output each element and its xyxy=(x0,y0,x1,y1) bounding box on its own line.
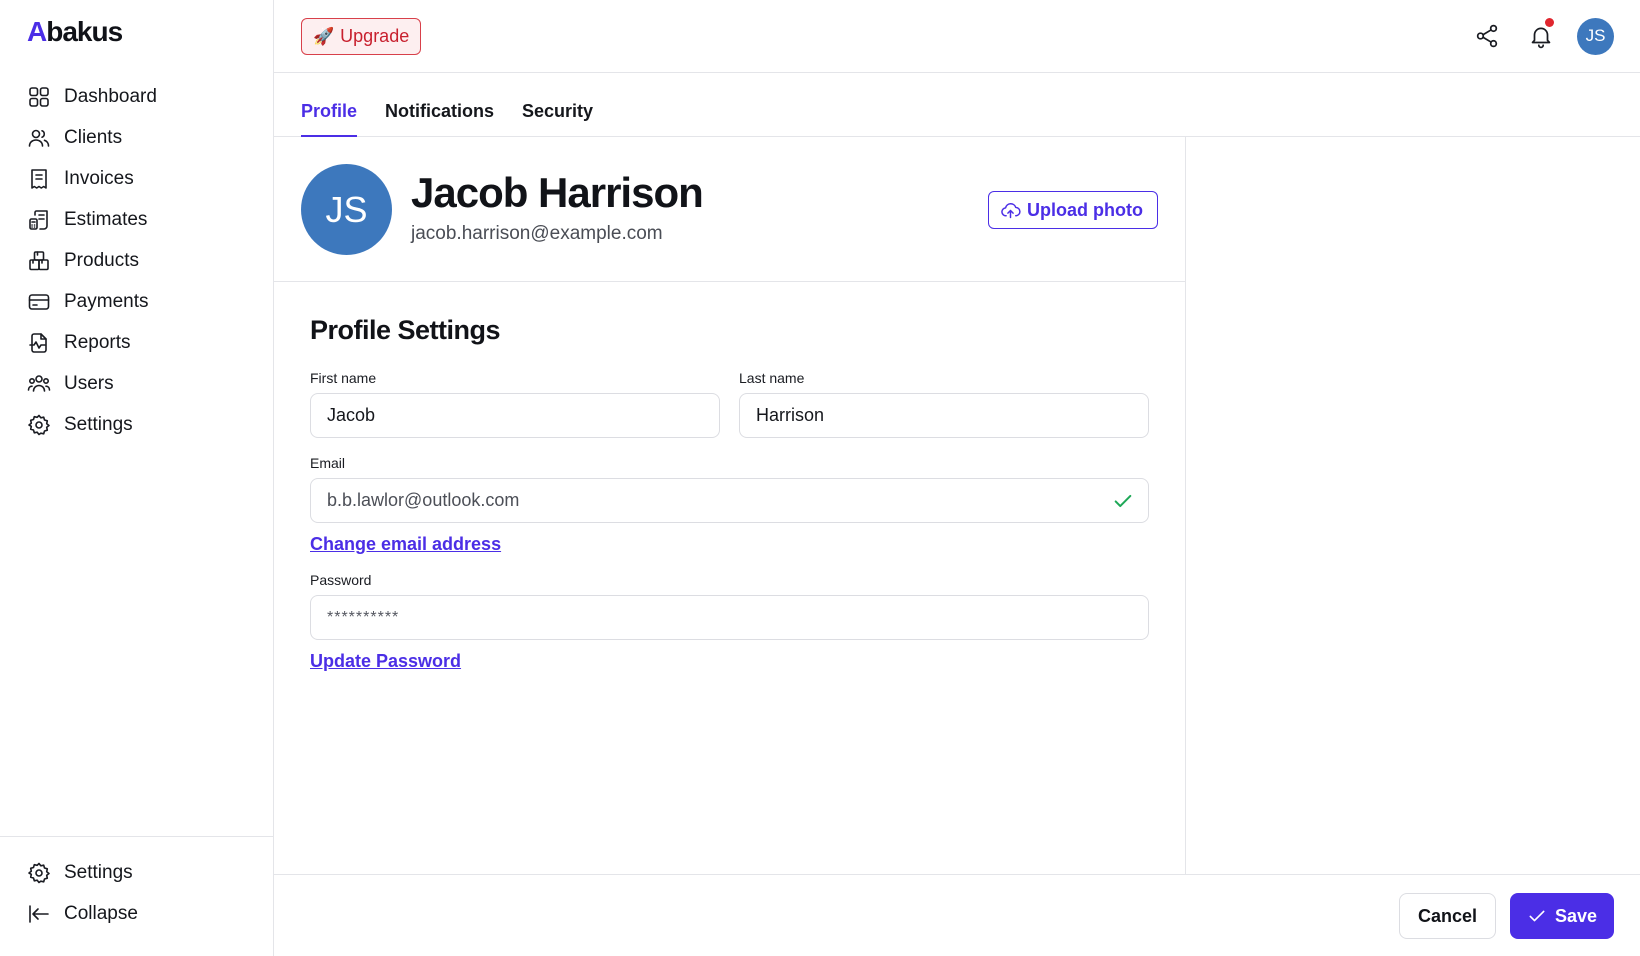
logo-text: bakus xyxy=(46,16,123,47)
sidebar-bottom-settings[interactable]: Settings xyxy=(0,852,273,893)
sidebar-item-estimates[interactable]: Estimates xyxy=(0,199,273,240)
share-icon xyxy=(1476,24,1498,48)
sidebar-item-label: Clients xyxy=(64,126,123,148)
notifications-button[interactable] xyxy=(1522,17,1560,55)
first-name-field[interactable]: Jacob xyxy=(310,393,720,438)
top-bar-actions: JS xyxy=(1468,17,1614,55)
tab-notifications[interactable]: Notifications xyxy=(385,101,494,136)
email-field[interactable]: b.b.lawlor@outlook.com xyxy=(310,478,1149,523)
save-label: Save xyxy=(1554,905,1598,926)
notification-dot xyxy=(1545,18,1554,27)
profile-settings-form: Profile Settings First name Jacob Last n… xyxy=(310,315,1149,689)
profile-email: jacob.harrison@example.com xyxy=(411,223,663,244)
sidebar-item-settings[interactable]: Settings xyxy=(0,404,273,445)
sidebar-item-label: Estimates xyxy=(64,208,148,230)
rocket-icon: 🚀 xyxy=(313,26,335,46)
upgrade-label: Upgrade xyxy=(340,26,410,46)
tab-profile[interactable]: Profile xyxy=(301,101,358,137)
products-icon xyxy=(27,249,51,273)
profile-header: JS Jacob Harrison jacob.harrison@example… xyxy=(274,137,1185,282)
estimate-icon xyxy=(27,208,51,232)
clients-icon xyxy=(27,126,51,150)
app-root: Abakus Dashboard Clients Invoices Estima… xyxy=(0,0,1640,956)
sidebar-item-dashboard[interactable]: Dashboard xyxy=(0,76,273,117)
gear-icon xyxy=(27,861,51,885)
email-value: b.b.lawlor@outlook.com xyxy=(327,490,520,510)
form-footer: Cancel Save xyxy=(274,874,1640,956)
update-password-link[interactable]: Update Password xyxy=(310,651,461,672)
reports-icon xyxy=(27,331,51,355)
profile-panel: JS Jacob Harrison jacob.harrison@example… xyxy=(274,137,1186,874)
logo-mark: A xyxy=(27,16,47,47)
top-bar: 🚀 Upgrade JS xyxy=(274,0,1640,73)
sidebar-item-label: Payments xyxy=(64,290,149,312)
upgrade-button[interactable]: 🚀 Upgrade xyxy=(301,18,422,55)
first-name-group: First name Jacob xyxy=(310,370,720,438)
card-icon xyxy=(27,290,51,314)
last-name-group: Last name Harrison xyxy=(739,370,1149,438)
sidebar-item-invoices[interactable]: Invoices xyxy=(0,158,273,199)
last-name-field[interactable]: Harrison xyxy=(739,393,1149,438)
password-label: Password xyxy=(310,572,372,588)
tab-bar: Profile Notifications Security xyxy=(274,73,1640,137)
first-name-label: First name xyxy=(310,370,377,386)
sidebar-item-clients[interactable]: Clients xyxy=(0,117,273,158)
profile-name: Jacob Harrison xyxy=(411,169,704,216)
user-avatar[interactable]: JS xyxy=(1577,17,1614,55)
check-icon xyxy=(1112,490,1134,512)
sidebar-item-products[interactable]: Products xyxy=(0,240,273,281)
dashboard-icon xyxy=(27,85,51,109)
upload-photo-button[interactable]: Upload photo xyxy=(988,191,1158,229)
cloud-upload-icon xyxy=(1001,202,1021,218)
sidebar-bottom: Settings Collapse xyxy=(0,836,273,956)
tab-security[interactable]: Security xyxy=(522,101,593,136)
sidebar-item-label: Settings xyxy=(64,861,133,883)
name-row: First name Jacob Last name Harrison xyxy=(310,370,1149,438)
app-logo[interactable]: Abakus xyxy=(0,0,273,68)
sidebar-item-label: Reports xyxy=(64,331,131,353)
main-content: 🚀 Upgrade JS Profile Notifications Secur… xyxy=(274,0,1640,956)
profile-avatar: JS xyxy=(301,164,392,255)
password-group: Password ********** Update Password xyxy=(310,572,1149,672)
email-group: Email b.b.lawlor@outlook.com Change emai… xyxy=(310,455,1149,555)
sidebar-item-label: Settings xyxy=(64,413,133,435)
last-name-label: Last name xyxy=(739,370,805,386)
check-icon xyxy=(1529,910,1545,922)
cancel-button[interactable]: Cancel xyxy=(1399,893,1496,939)
sidebar-item-reports[interactable]: Reports xyxy=(0,322,273,363)
collapse-button[interactable]: Collapse xyxy=(0,893,273,934)
upload-photo-label: Upload photo xyxy=(1027,199,1143,220)
sidebar-item-label: Collapse xyxy=(64,902,138,924)
collapse-icon xyxy=(27,902,51,926)
sidebar-item-label: Users xyxy=(64,372,114,394)
gear-icon xyxy=(27,413,51,437)
users-icon xyxy=(27,372,51,396)
share-button[interactable] xyxy=(1468,17,1506,55)
sidebar-item-label: Dashboard xyxy=(64,85,157,107)
save-button[interactable]: Save xyxy=(1510,893,1614,939)
invoice-icon xyxy=(27,167,51,191)
sidebar-item-users[interactable]: Users xyxy=(0,363,273,404)
email-label: Email xyxy=(310,455,346,471)
sidebar: Abakus Dashboard Clients Invoices Estima… xyxy=(0,0,274,956)
section-title: Profile Settings xyxy=(310,315,501,345)
sidebar-item-payments[interactable]: Payments xyxy=(0,281,273,322)
change-email-link[interactable]: Change email address xyxy=(310,534,501,555)
sidebar-nav: Dashboard Clients Invoices Estimates Pro… xyxy=(0,68,273,445)
sidebar-item-label: Products xyxy=(64,249,139,271)
sidebar-item-label: Invoices xyxy=(64,167,134,189)
password-field[interactable]: ********** xyxy=(310,595,1149,640)
